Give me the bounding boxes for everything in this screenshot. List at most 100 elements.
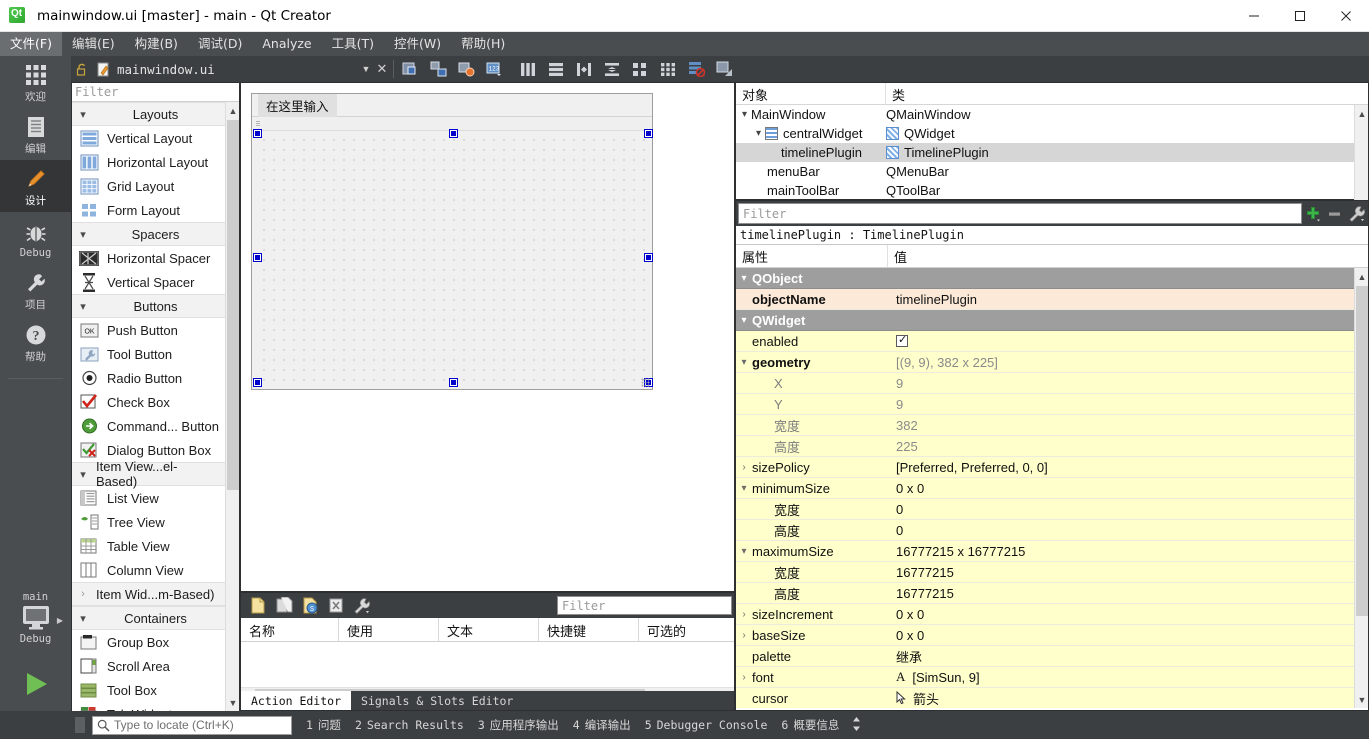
wrench-icon[interactable] bbox=[1346, 202, 1368, 226]
action-column-used[interactable]: 使用 bbox=[339, 618, 439, 641]
property-row-maximumsize-height[interactable]: 高度 16777215 bbox=[736, 583, 1368, 604]
open-file-name[interactable]: mainwindow.ui bbox=[117, 62, 215, 77]
form-tool-bar[interactable] bbox=[252, 117, 652, 131]
widget-item-grid-layout[interactable]: Grid Layout bbox=[72, 174, 239, 198]
output-pane-search-results[interactable]: 2 Search Results bbox=[355, 718, 464, 732]
widget-item-command-link-button[interactable]: Command... Button bbox=[72, 414, 239, 438]
widget-item-tool-box[interactable]: Tool Box bbox=[72, 678, 239, 702]
property-row-maximumsize-width[interactable]: 宽度 16777215 bbox=[736, 562, 1368, 583]
action-column-name[interactable]: 名称 bbox=[241, 618, 339, 641]
form-menu-bar[interactable]: 在这里输入 bbox=[252, 93, 652, 117]
widget-item-tool-button[interactable]: Tool Button bbox=[72, 342, 239, 366]
property-row-sizeincrement[interactable]: › sizeIncrement 0 x 0 bbox=[736, 604, 1368, 625]
property-row-geometry[interactable]: ▾ geometry [(9, 9), 382 x 225] bbox=[736, 352, 1368, 373]
property-row-geometry-height[interactable]: 高度 225 bbox=[736, 436, 1368, 457]
enabled-checkbox[interactable] bbox=[896, 333, 908, 347]
property-value[interactable]: 9 bbox=[888, 394, 1368, 415]
property-value[interactable]: timelinePlugin bbox=[888, 289, 1368, 310]
property-row-enabled[interactable]: enabled bbox=[736, 331, 1368, 352]
object-tree-scrollbar[interactable]: ▲ ▼ bbox=[1354, 105, 1368, 200]
object-row-menubar[interactable]: menuBar QMenuBar bbox=[736, 162, 1368, 181]
property-row-palette[interactable]: palette 继承 bbox=[736, 646, 1368, 667]
layout-horizontally-icon[interactable] bbox=[515, 59, 541, 79]
widget-item-push-button[interactable]: OK Push Button bbox=[72, 318, 239, 342]
form-size-grip[interactable] bbox=[641, 378, 650, 387]
chevron-down-icon[interactable]: ▾ bbox=[736, 315, 752, 326]
action-column-text[interactable]: 文本 bbox=[439, 618, 539, 641]
tab-action-editor[interactable]: Action Editor bbox=[241, 691, 352, 710]
menu-file[interactable]: 文件(F) bbox=[0, 32, 62, 56]
locator-input[interactable]: Type to locate (Ctrl+K) bbox=[92, 715, 292, 735]
layout-form-icon[interactable] bbox=[627, 59, 653, 79]
lock-icon[interactable] bbox=[71, 63, 93, 76]
object-row-timelineplugin[interactable]: timelinePlugin TimelinePlugin bbox=[736, 143, 1368, 162]
chevron-up-icon[interactable]: ▲ bbox=[1355, 105, 1368, 122]
property-value[interactable]: 0 x 0 bbox=[888, 625, 1368, 646]
edit-signals-slots-icon[interactable] bbox=[425, 59, 451, 79]
new-action-icon[interactable] bbox=[245, 595, 271, 617]
form-canvas[interactable]: 在这里输入 bbox=[241, 83, 734, 591]
resize-handle-top-center[interactable] bbox=[450, 130, 457, 137]
mode-welcome[interactable]: 欢迎 bbox=[0, 56, 71, 108]
delete-action-icon[interactable] bbox=[323, 595, 349, 617]
break-layout-icon[interactable] bbox=[683, 59, 709, 79]
property-scrollbar[interactable]: ▲ ▼ bbox=[1354, 268, 1368, 708]
property-rows[interactable]: ▾ QObject objectName timelinePlugin ▾ QWid… bbox=[736, 268, 1368, 708]
action-column-shortcut[interactable]: 快捷键 bbox=[539, 618, 639, 641]
property-group-qobject[interactable]: ▾ QObject bbox=[736, 268, 1368, 289]
property-row-font[interactable]: › font A [SimSun, 9] bbox=[736, 667, 1368, 688]
resize-handle-top-left[interactable] bbox=[254, 130, 261, 137]
property-value[interactable]: 0 x 0 bbox=[888, 604, 1368, 625]
widget-item-column-view[interactable]: Column View bbox=[72, 558, 239, 582]
property-row-basesize[interactable]: › baseSize 0 x 0 bbox=[736, 625, 1368, 646]
property-row-objectname[interactable]: objectName timelinePlugin bbox=[736, 289, 1368, 310]
chevron-right-icon[interactable]: › bbox=[736, 630, 752, 641]
resize-handle-middle-right[interactable] bbox=[645, 254, 652, 261]
chevron-down-icon[interactable]: ▼ bbox=[226, 694, 239, 711]
form-editor[interactable]: 在这里输入 bbox=[240, 82, 735, 592]
property-value[interactable]: 箭头 bbox=[913, 689, 939, 708]
mode-design[interactable]: 设计 bbox=[0, 160, 71, 212]
widget-item-list-view[interactable]: List View bbox=[72, 486, 239, 510]
property-row-geometry-x[interactable]: X 9 bbox=[736, 373, 1368, 394]
object-tree-body[interactable]: ▾ MainWindow QMainWindow ▾ centralWidget… bbox=[736, 105, 1368, 200]
widget-item-vertical-layout[interactable]: Vertical Layout bbox=[72, 126, 239, 150]
widget-item-vertical-spacer[interactable]: Vertical Spacer bbox=[72, 270, 239, 294]
property-row-minimumsize-width[interactable]: 宽度 0 bbox=[736, 499, 1368, 520]
property-value[interactable]: 16777215 bbox=[888, 562, 1368, 583]
kit-expand-arrow[interactable]: ▶ bbox=[57, 616, 63, 625]
widget-category-containers[interactable]: ▾ Containers bbox=[72, 606, 239, 630]
plus-icon[interactable] bbox=[1302, 202, 1324, 226]
chevron-up-icon[interactable]: ▲ bbox=[1355, 268, 1368, 285]
property-value[interactable]: 9 bbox=[888, 373, 1368, 394]
object-row-centralwidget[interactable]: ▾ centralWidget QWidget bbox=[736, 124, 1368, 143]
kit-selector[interactable]: main ▶ Debug bbox=[0, 591, 71, 645]
output-pane-compile-output[interactable]: 4 编译输出 bbox=[573, 717, 631, 733]
edit-buddies-icon[interactable] bbox=[453, 59, 479, 79]
chevron-down-icon[interactable]: ▾ bbox=[736, 273, 752, 284]
widget-category-item-widgets[interactable]: › Item Wid...m-Based) bbox=[72, 582, 239, 606]
menu-placeholder[interactable]: 在这里输入 bbox=[258, 93, 337, 117]
widget-box-list[interactable]: ▾ Layouts Vertical Layout Horizontal Lay… bbox=[72, 102, 239, 711]
widget-category-item-views[interactable]: ▾ Item View...el-Based) bbox=[72, 459, 239, 489]
output-pane-toggle[interactable] bbox=[75, 717, 85, 733]
scrollbar-thumb[interactable] bbox=[227, 120, 239, 490]
paste-action-icon[interactable]: S bbox=[297, 595, 323, 617]
widget-box-filter[interactable]: Filter bbox=[72, 83, 239, 102]
property-value[interactable]: 225 bbox=[888, 436, 1368, 457]
scrollbar-thumb[interactable] bbox=[1356, 286, 1368, 616]
widget-category-buttons[interactable]: ▾ Buttons bbox=[72, 294, 239, 318]
chevron-right-icon[interactable]: › bbox=[736, 462, 752, 473]
object-row-mainwindow[interactable]: ▾ MainWindow QMainWindow bbox=[736, 105, 1368, 124]
property-column-name[interactable]: 属性 bbox=[736, 245, 888, 267]
mode-edit[interactable]: 编辑 bbox=[0, 108, 71, 160]
property-value[interactable]: 16777215 bbox=[888, 583, 1368, 604]
configure-icon[interactable] bbox=[349, 595, 375, 617]
chevron-down-icon[interactable]: ▾ bbox=[736, 357, 752, 368]
property-row-maximumsize[interactable]: ▾ maximumSize 16777215 x 16777215 bbox=[736, 541, 1368, 562]
widget-item-table-view[interactable]: Table View bbox=[72, 534, 239, 558]
run-button[interactable] bbox=[0, 661, 71, 706]
property-value[interactable]: 382 bbox=[888, 415, 1368, 436]
property-value[interactable]: 16777215 x 16777215 bbox=[888, 541, 1368, 562]
close-button[interactable] bbox=[1323, 0, 1369, 32]
